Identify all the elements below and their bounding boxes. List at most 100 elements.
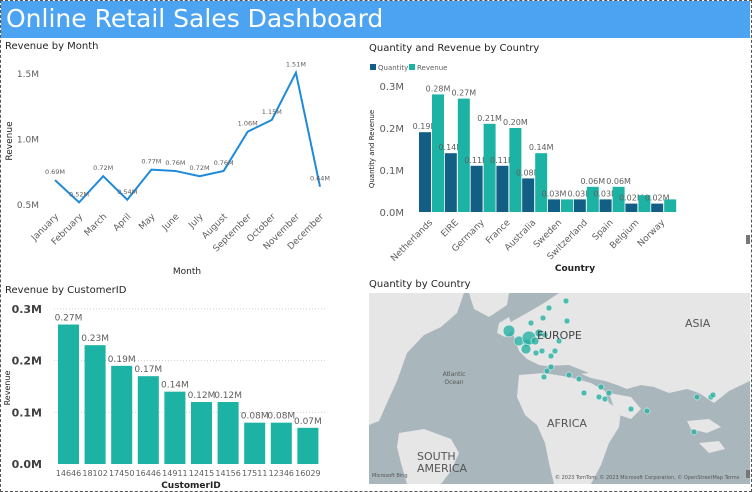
- y-axis-label: Quantity and Revenue: [368, 110, 376, 188]
- country-bubble[interactable]: [575, 375, 583, 383]
- bar-revenue: [535, 153, 548, 212]
- bar-revenue: [297, 427, 319, 464]
- country-bubble[interactable]: [580, 389, 588, 397]
- country-bubble[interactable]: [643, 407, 651, 415]
- data-label: 1.15M: [262, 108, 282, 116]
- x-tick-label: 16029: [295, 469, 320, 478]
- bar-revenue: [58, 324, 79, 464]
- y-tick-label: 0.1M: [379, 166, 404, 177]
- bar-revenue: [191, 402, 212, 464]
- data-label: 0.14M: [161, 381, 189, 391]
- x-tick-label: 18102: [82, 469, 107, 478]
- data-label: 0.27M: [451, 89, 476, 98]
- bar-revenue: [244, 422, 266, 464]
- data-label: 0.72M: [93, 164, 113, 172]
- qty-rev-country-title: Quantity and Revenue by Country: [369, 43, 540, 54]
- country-bubble[interactable]: [595, 393, 603, 401]
- scroll-indicator-bottom: [746, 470, 750, 478]
- y-tick-label: 0.1M: [12, 406, 42, 419]
- x-tick-label: 12415: [189, 469, 214, 478]
- y-axis-label: Revenue: [3, 371, 12, 406]
- bar-quantity: [625, 203, 638, 212]
- y-tick-label: 0.2M: [12, 355, 42, 368]
- country-bubble[interactable]: [502, 324, 516, 338]
- revenue-by-month-chart[interactable]: 0.5M1.0M1.5MRevenue0.69MJanuary0.52MFebr…: [0, 55, 360, 280]
- country-bubble[interactable]: [538, 347, 546, 355]
- map-label-africa: AFRICA: [547, 417, 587, 430]
- legend-swatch-revenue: [409, 64, 415, 70]
- country-bubble[interactable]: [545, 304, 553, 312]
- data-label: 0.28M: [426, 84, 451, 93]
- title-bar: Online Retail Sales Dashboard: [1, 1, 750, 38]
- data-label: 0.76M: [214, 159, 234, 167]
- data-label: 0.72M: [189, 164, 209, 172]
- data-label: 0.64M: [310, 175, 330, 183]
- x-tick-label: 14911: [162, 469, 187, 478]
- country-bubble[interactable]: [690, 428, 698, 436]
- map-attribution[interactable]: © 2023 TomTom, © 2023 Microsoft Corporat…: [555, 475, 739, 481]
- revenue-by-customer-chart[interactable]: 0.0M 0.1M 0.2M 0.3M Revenue 0.27M 14646 0.23M 18…: [0, 298, 362, 492]
- legend-swatch-quantity: [370, 64, 376, 70]
- data-label: 0.76M: [165, 159, 185, 167]
- y-tick-label: 0.0M: [379, 208, 404, 219]
- scroll-indicator-top: [746, 235, 750, 244]
- country-bubble[interactable]: [565, 371, 573, 379]
- map-label-europe: EUROPE: [537, 329, 582, 342]
- legend-label-revenue: Revenue: [417, 64, 448, 72]
- country-bubble[interactable]: [562, 297, 570, 305]
- quantity-by-country-title: Quantity by Country: [369, 279, 471, 290]
- bar-quantity: [651, 203, 664, 212]
- data-label: 0.03M: [542, 189, 567, 198]
- revenue-by-month-title: Revenue by Month: [5, 41, 99, 52]
- country-bubble[interactable]: [543, 367, 551, 375]
- country-bubble[interactable]: [532, 349, 540, 357]
- y-tick-label: 0.5M: [17, 201, 39, 211]
- dashboard-title: Online Retail Sales Dashboard: [6, 4, 384, 33]
- x-axis-label: CustomerID: [161, 481, 221, 491]
- x-axis-label: Country: [555, 264, 595, 274]
- country-bubble[interactable]: [601, 395, 609, 403]
- country-bubble[interactable]: [693, 393, 701, 401]
- map-label-atlantic: Atlantic Ocean: [442, 371, 466, 386]
- bar-quantity: [419, 132, 431, 212]
- x-tick-label: 14646: [56, 469, 81, 478]
- data-label: 0.52M: [69, 190, 89, 198]
- revenue-by-customer-title: Revenue by CustomerID: [5, 285, 127, 296]
- country-bubble[interactable]: [520, 343, 532, 355]
- map-label-asia: ASIA: [685, 317, 711, 330]
- country-bubble[interactable]: [709, 391, 717, 399]
- y-axis-label: Revenue: [5, 121, 15, 161]
- x-tick-label: EIRE: [440, 218, 462, 240]
- data-label: 0.06M: [606, 177, 631, 186]
- country-bubble[interactable]: [627, 405, 635, 413]
- country-bubble[interactable]: [527, 319, 535, 327]
- bar-quantity: [496, 165, 509, 212]
- bar-revenue: [483, 123, 496, 212]
- x-tick-label: April: [112, 212, 134, 234]
- x-axis-label: Month: [173, 267, 201, 277]
- y-tick-label: 0.2M: [379, 124, 404, 135]
- data-label: 0.12M: [214, 391, 242, 401]
- x-tick-label: Netherlands: [389, 218, 435, 264]
- country-bubble[interactable]: [540, 373, 548, 381]
- bar-quantity: [522, 178, 535, 212]
- country-bubble[interactable]: [597, 383, 605, 391]
- x-tick-label: 16446: [136, 469, 161, 478]
- bar-revenue: [270, 422, 292, 464]
- country-bubble[interactable]: [551, 347, 559, 355]
- x-tick-label: March: [83, 212, 109, 238]
- bar-revenue: [217, 402, 239, 464]
- country-bubble[interactable]: [547, 352, 555, 360]
- data-label: 0.12M: [188, 391, 216, 401]
- country-bubble[interactable]: [605, 389, 613, 397]
- x-tick-label: July: [186, 212, 206, 232]
- data-label: 0.54M: [117, 188, 137, 196]
- bar-quantity: [573, 199, 586, 212]
- data-label: 0.69M: [45, 168, 65, 176]
- bar-revenue: [111, 365, 133, 464]
- bar-revenue: [561, 199, 573, 212]
- country-bubble[interactable]: [539, 314, 547, 322]
- country-bubble[interactable]: [563, 317, 571, 325]
- quantity-by-country-map[interactable]: EUROPE ASIA AFRICA SOUTH AMERICA Atlanti…: [369, 293, 750, 484]
- qty-rev-country-chart[interactable]: Quantity Revenue 0.0M 0.1M 0.2M 0.3M Quantity …: [362, 55, 746, 280]
